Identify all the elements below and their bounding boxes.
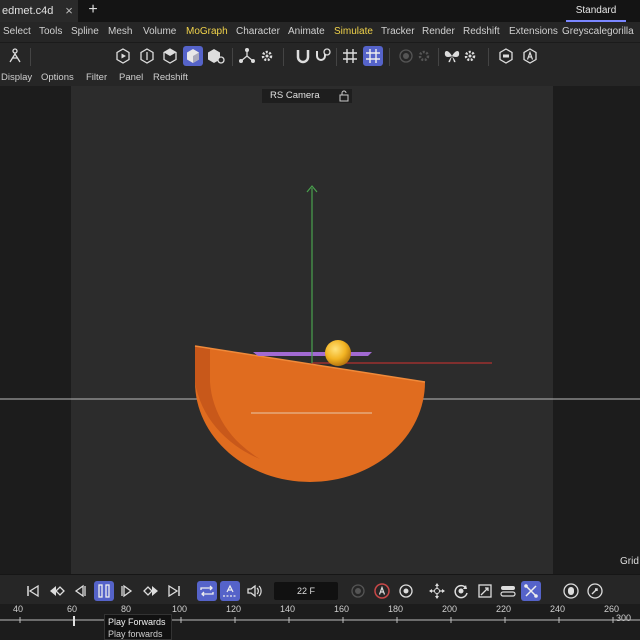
capsule-icon[interactable]	[137, 46, 157, 66]
yellow-sphere	[325, 340, 351, 366]
layout-tab-standard[interactable]: Standard	[566, 0, 626, 22]
grid-icon[interactable]	[340, 46, 360, 66]
butterfly-icon[interactable]	[442, 46, 462, 66]
tooltip-title: Play Forwards	[108, 617, 166, 627]
motion-clip-icon[interactable]	[585, 581, 605, 601]
new-tab-button[interactable]: +	[84, 0, 102, 22]
viewport-menu-filter[interactable]: Filter	[86, 70, 107, 86]
menu-spline[interactable]: Spline	[71, 22, 99, 42]
grid-active-icon[interactable]	[363, 46, 383, 66]
gear-icon[interactable]	[257, 46, 277, 66]
main-toolbar	[0, 42, 640, 72]
viewport-menu-panel[interactable]: Panel	[119, 70, 143, 86]
ruler-label: 180	[388, 604, 404, 614]
ruler-label: 220	[496, 604, 512, 614]
go-to-end-icon[interactable]	[164, 581, 184, 601]
ruler-label: 240	[550, 604, 566, 614]
ruler-label: 40	[13, 604, 24, 614]
previous-frame-icon[interactable]	[70, 581, 90, 601]
tooltip: Play Forwards Play forwards	[104, 614, 172, 640]
menu-character[interactable]: Character	[236, 22, 280, 42]
viewport-menu-options[interactable]: Options	[41, 70, 74, 86]
play-circle-icon[interactable]	[113, 46, 133, 66]
ruler-label: 200	[442, 604, 458, 614]
person-icon[interactable]	[5, 46, 25, 66]
record-keys-icon[interactable]	[348, 581, 368, 601]
ruler-label: 100	[172, 604, 188, 614]
cube-gear-icon[interactable]	[206, 46, 226, 66]
timeline-ruler[interactable]: 40 60 80 100 120 140 160 180 200 220 240…	[0, 604, 640, 640]
network-icon[interactable]	[237, 46, 257, 66]
ruler-ticks	[0, 617, 640, 623]
cube-icon[interactable]	[160, 46, 180, 66]
ruler-label: 120	[226, 604, 242, 614]
motion-system-icon[interactable]	[561, 581, 581, 601]
next-frame-icon[interactable]	[117, 581, 137, 601]
menu-volume[interactable]: Volume	[143, 22, 176, 42]
magnet-gear-icon[interactable]	[313, 46, 333, 66]
ruler-label: 140	[280, 604, 296, 614]
viewport-menu-bar: Display Options Filter Panel Redshift	[0, 70, 640, 86]
pla-key-icon[interactable]	[521, 581, 541, 601]
butterfly-gear-icon[interactable]	[460, 46, 480, 66]
menu-render[interactable]: Render	[422, 22, 455, 42]
menu-redshift[interactable]: Redshift	[463, 22, 500, 42]
record-gear-icon[interactable]	[414, 46, 434, 66]
magnet-icon[interactable]	[293, 46, 313, 66]
playhead[interactable]	[73, 616, 75, 626]
go-to-start-icon[interactable]	[23, 581, 43, 601]
timeline-controls: 22 F	[0, 574, 640, 605]
menu-extensions[interactable]: Extensions	[509, 22, 558, 42]
ruler-end-label: 300	[616, 613, 632, 623]
menu-select[interactable]: Select	[3, 22, 31, 42]
autokey-icon[interactable]	[372, 581, 392, 601]
playback-range-icon[interactable]	[220, 581, 240, 601]
previous-key-icon[interactable]	[47, 581, 67, 601]
grid-label: Grid	[620, 556, 639, 567]
viewport-menu-redshift[interactable]: Redshift	[153, 70, 188, 86]
record-icon[interactable]	[396, 46, 416, 66]
menu-tools[interactable]: Tools	[39, 22, 62, 42]
menu-simulate[interactable]: Simulate	[334, 22, 373, 42]
scene-render	[0, 185, 640, 482]
rotate-key-icon[interactable]	[451, 581, 471, 601]
viewport-menu-display[interactable]: Display	[1, 70, 32, 86]
close-tab-icon[interactable]: ×	[62, 0, 76, 22]
menu-bar: Select Tools Spline Mesh Volume MoGraph …	[0, 22, 640, 42]
key-settings-icon[interactable]	[396, 581, 416, 601]
orange-half-disc	[195, 346, 425, 482]
menu-mograph[interactable]: MoGraph	[186, 22, 228, 42]
ruler-label: 80	[121, 604, 132, 614]
menu-greyscalegorilla[interactable]: Greyscalegorilla	[562, 22, 634, 42]
camera-lock-icon[interactable]	[338, 90, 350, 102]
menu-tracker[interactable]: Tracker	[381, 22, 415, 42]
ruler-label: 60	[67, 604, 78, 614]
move-key-icon[interactable]	[427, 581, 447, 601]
tooltip-subtitle: Play forwards	[108, 629, 163, 639]
menu-mesh[interactable]: Mesh	[108, 22, 132, 42]
ruler-label: 160	[334, 604, 350, 614]
scale-key-icon[interactable]	[475, 581, 495, 601]
current-frame-field[interactable]: 22 F	[274, 582, 338, 600]
menu-animate[interactable]: Animate	[288, 22, 325, 42]
cube-active-icon[interactable]	[183, 46, 203, 66]
parameter-key-icon[interactable]	[498, 581, 518, 601]
a-circle-icon[interactable]	[520, 46, 540, 66]
loop-icon[interactable]	[197, 581, 217, 601]
pause-icon[interactable]	[94, 581, 114, 601]
next-key-icon[interactable]	[141, 581, 161, 601]
sound-icon[interactable]	[244, 581, 264, 601]
3d-viewport[interactable]: RS Camera Grid	[0, 86, 640, 574]
badge-icon[interactable]	[496, 46, 516, 66]
